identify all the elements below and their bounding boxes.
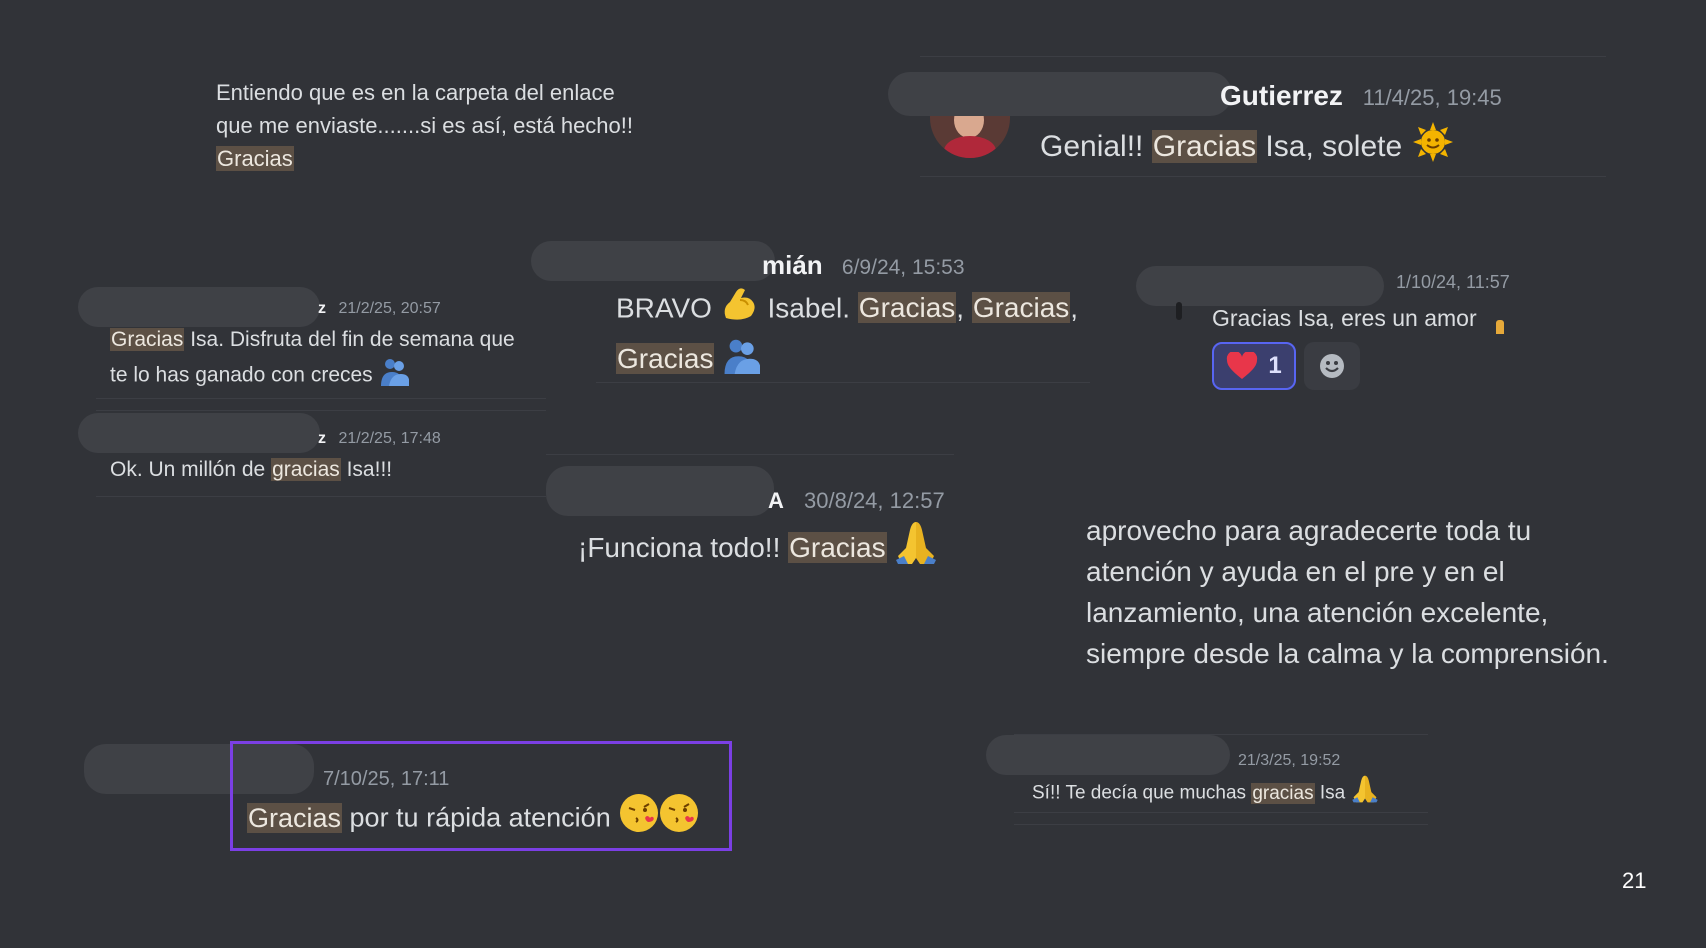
message-fin-semana: Gracias Isa. Disfruta del fin de semana … — [110, 324, 515, 396]
add-reaction-icon — [1318, 352, 1346, 380]
heart-reaction[interactable]: 1 — [1212, 342, 1296, 390]
message-funciona: ¡Funciona todo!! Gracias — [578, 520, 938, 579]
kissing-heart-emoji — [618, 792, 702, 847]
sun-emoji — [1411, 120, 1455, 176]
message-line: aprovecho para agradecerte toda tu — [1086, 515, 1532, 546]
message-bravo: BRAVO Isabel. Gracias, Gracias, Gracias — [616, 284, 1078, 386]
folded-hands-emoji — [894, 520, 938, 579]
message-aprovecho: aprovecho para agradecerte toda tu atenc… — [1086, 510, 1609, 674]
highlight-word: gracias — [1251, 782, 1315, 804]
redacted-name — [78, 413, 320, 453]
message-line: atención y ayuda en el pre y en el — [1086, 556, 1505, 587]
heart-reaction-icon — [1226, 350, 1258, 380]
avatar-fragment — [1176, 302, 1182, 320]
message-carpeta: Entiendo que es en la carpeta del enlace… — [216, 76, 633, 175]
redacted-name — [531, 241, 775, 281]
redacted-name — [78, 287, 320, 327]
timestamp: 21/3/25, 19:52 — [1238, 752, 1341, 769]
redacted-name — [986, 735, 1230, 775]
timestamp: 21/2/25, 20:57 — [338, 300, 441, 317]
message-header: z 21/2/25, 20:57 — [318, 300, 441, 318]
highlight-word: Gracias — [857, 292, 957, 324]
timestamp: 11/4/25, 19:45 — [1362, 85, 1502, 110]
message-line: que me enviaste.......si es así, está he… — [216, 113, 634, 138]
timestamp: 30/8/24, 12:57 — [804, 488, 945, 513]
add-reaction-button[interactable] — [1304, 342, 1360, 390]
author-name[interactable]: A — [768, 488, 784, 513]
redacted-name — [888, 72, 1232, 116]
message-line: lanzamiento, una atención excelente, — [1086, 597, 1549, 628]
people-hugging-emoji — [379, 356, 409, 396]
redacted-name — [546, 466, 774, 516]
divider — [1014, 824, 1428, 825]
divider — [920, 176, 1606, 177]
timestamp: 21/2/25, 17:48 — [338, 430, 441, 447]
selection-box[interactable]: 7/10/25, 17:11 Gracias por tu rápida ate… — [230, 741, 732, 851]
message-header: Gutierrez 11/4/25, 19:45 — [1220, 80, 1502, 112]
message-header: mián 6/9/24, 15:53 — [762, 250, 965, 281]
highlight-word: Gracias — [110, 328, 185, 351]
message-line: siempre desde la calma y la comprensión. — [1086, 638, 1609, 669]
flexed-biceps-emoji — [720, 284, 760, 336]
divider — [96, 410, 546, 411]
highlight-word: Gracias — [216, 146, 294, 171]
highlight-word: gracias — [271, 458, 341, 481]
highlight-word: Gracias — [1151, 129, 1258, 163]
message-amor: Gracias Isa, eres un amor — [1212, 305, 1477, 331]
highlight-word: Gracias — [247, 802, 343, 833]
author-name[interactable]: z — [318, 300, 326, 317]
emoji-fragment — [1496, 320, 1504, 334]
divider — [920, 56, 1606, 57]
timestamp: 1/10/24, 11:57 — [1396, 272, 1510, 292]
message-header: A 30/8/24, 12:57 — [768, 488, 945, 514]
reaction-count: 1 — [1268, 352, 1282, 379]
divider — [96, 496, 546, 497]
message-header: z 21/2/25, 17:48 — [318, 430, 441, 448]
divider — [546, 454, 954, 455]
author-name[interactable]: z — [318, 430, 326, 447]
message-rapida: Gracias por tu rápida atención — [247, 792, 702, 847]
page-number: 21 — [1622, 868, 1647, 893]
folded-hands-emoji — [1351, 774, 1379, 813]
divider — [96, 398, 546, 399]
author-name[interactable]: Gutierrez — [1220, 80, 1343, 111]
highlight-word: Gracias — [788, 531, 887, 563]
highlight-word: Gracias — [971, 292, 1071, 324]
highlight-word: Gracias — [616, 343, 715, 375]
message-si: Sí!! Te decía que muchas gracias Isa — [1032, 774, 1379, 813]
divider — [596, 382, 1090, 383]
message-line: Entiendo que es en la carpeta del enlace — [216, 80, 615, 105]
people-hugging-emoji — [722, 336, 761, 386]
timestamp: 7/10/25, 17:11 — [323, 768, 450, 790]
timestamp: 6/9/24, 15:53 — [841, 256, 965, 279]
message-millon: Ok. Un millón de gracias Isa!!! — [110, 458, 393, 481]
redacted-name — [1136, 266, 1384, 306]
divider — [1014, 812, 1428, 813]
author-name[interactable]: mián — [762, 250, 823, 280]
message-genial: Genial!! Gracias Isa, solete — [1040, 120, 1455, 176]
